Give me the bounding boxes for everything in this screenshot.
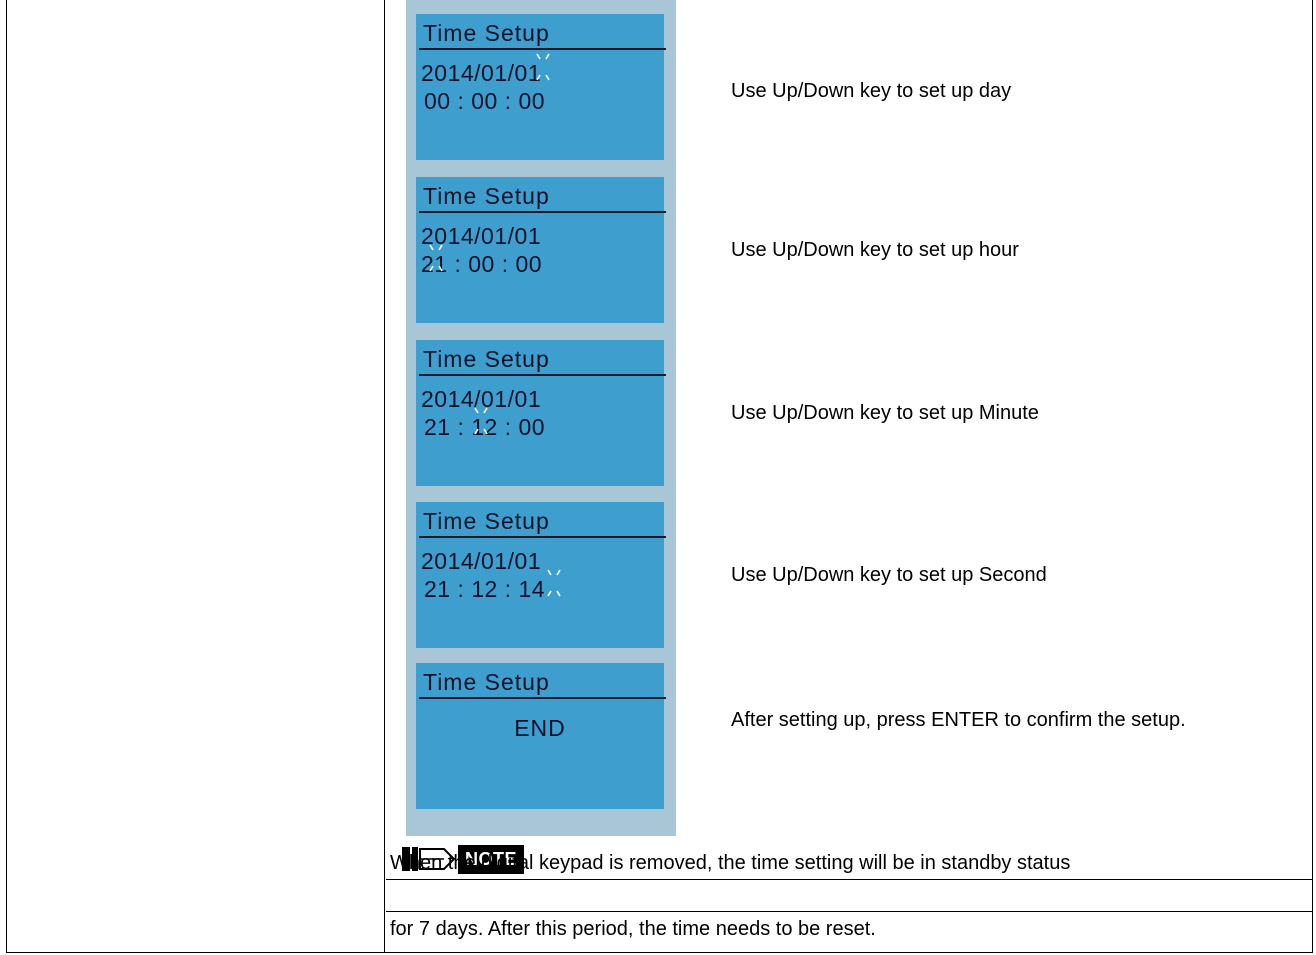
lcd-screen-minute: Time Setup 2014/01/01 21 : 12 : 00	[416, 340, 666, 486]
step-description-minute: Use Up/Down key to set up Minute	[731, 402, 1039, 424]
lcd-screen-day: Time Setup 2014/01/01 00 : 00 : 00	[416, 14, 666, 160]
lcd-screen-end: Time Setup END	[416, 663, 666, 809]
lcd-divider	[419, 374, 666, 376]
lcd-divider	[419, 697, 666, 699]
step-description-day: Use Up/Down key to set up day	[731, 80, 1012, 102]
step-description-hour: Use Up/Down key to set up hour	[731, 239, 1019, 261]
lcd-divider	[419, 536, 666, 538]
lcd-title: Time Setup	[423, 20, 550, 46]
lcd-screen-second: Time Setup 2014/01/01 21 : 12 : 14	[416, 502, 666, 648]
note-rule	[386, 879, 1312, 880]
lcd-title: Time Setup	[423, 669, 550, 695]
lcd-title: Time Setup	[423, 346, 550, 372]
note-text-line-2: for 7 days. After this period, the time …	[390, 918, 876, 940]
lcd-time: 21 : 12 : 14	[424, 576, 546, 602]
blink-marker-icon	[547, 569, 561, 597]
blink-marker-icon	[536, 53, 550, 81]
step-description-confirm: After setting up, press ENTER to confirm…	[731, 709, 1186, 731]
lcd-divider	[419, 211, 666, 213]
lcd-screen-hour: Time Setup 2014/01/01 21 : 00 : 00	[416, 177, 666, 323]
step-description-second: Use Up/Down key to set up Second	[731, 564, 1047, 586]
note-rule	[386, 911, 1312, 912]
blink-marker-icon	[429, 244, 443, 272]
lcd-end-text: END	[514, 715, 566, 741]
column-divider	[384, 0, 385, 953]
note-text-line-1: When the digital keypad is removed, the …	[390, 852, 1071, 874]
lcd-time: 00 : 00 : 00	[424, 88, 546, 114]
lcd-title: Time Setup	[423, 183, 550, 209]
lcd-date: 2014/01/01	[421, 548, 542, 574]
lcd-date: 2014/01/01	[421, 60, 542, 86]
lcd-divider	[419, 48, 666, 50]
lcd-title: Time Setup	[423, 508, 550, 534]
blink-marker-icon	[474, 407, 488, 435]
